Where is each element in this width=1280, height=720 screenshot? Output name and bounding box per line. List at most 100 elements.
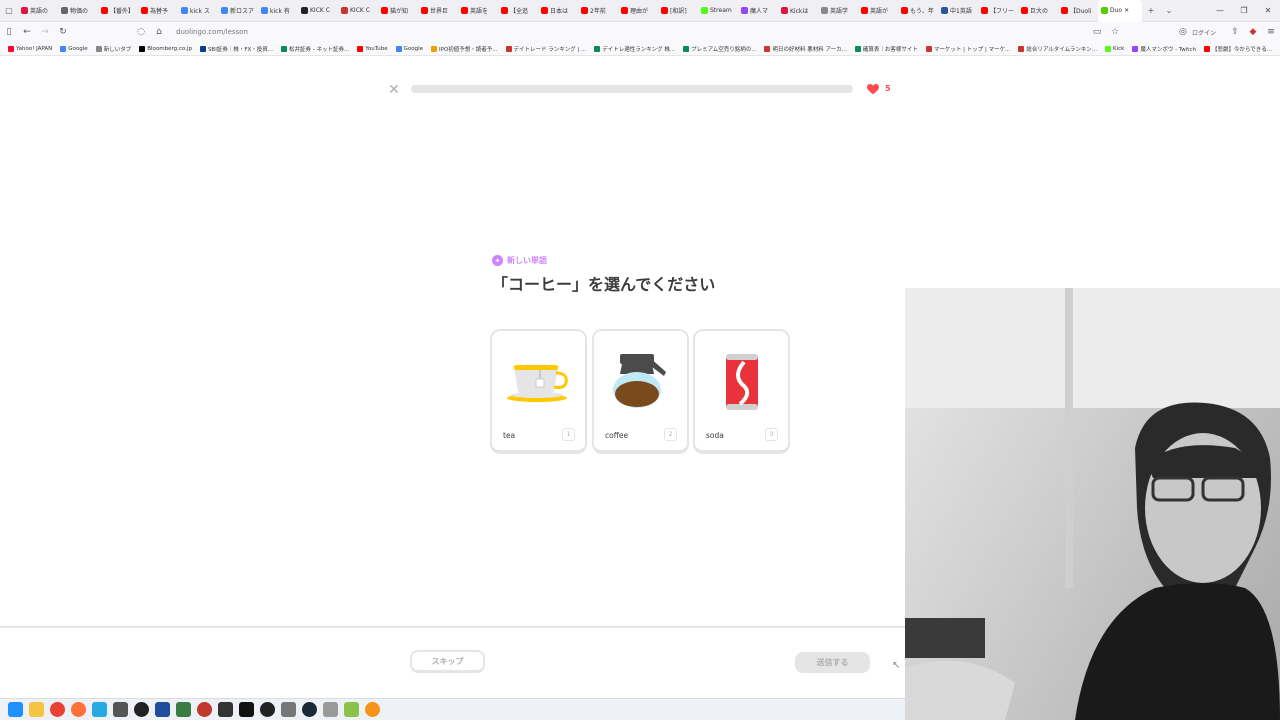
app-icon[interactable] — [365, 702, 380, 717]
browser-tab[interactable]: Stream — [698, 0, 738, 22]
browser-tab[interactable]: 物価の — [58, 0, 98, 22]
file-explorer-icon[interactable] — [29, 702, 44, 717]
back-icon[interactable]: ← — [18, 27, 36, 37]
bookmark-item[interactable]: 魔人マンボウ - Twitch — [1132, 45, 1196, 53]
browser-tab[interactable]: 2年前 — [578, 0, 618, 22]
bookmark-item[interactable]: SBI証券｜株・FX・投資... — [199, 45, 273, 53]
browser-tab[interactable]: 英語の — [18, 0, 58, 22]
choice-card-coffee[interactable]: coffee 2 — [592, 329, 689, 454]
app-icon[interactable] — [113, 702, 128, 717]
browser-tab[interactable]: kick 有 — [258, 0, 298, 22]
app-icon[interactable] — [260, 702, 275, 717]
browser-tab[interactable]: Kickは — [778, 0, 818, 22]
browser-tab[interactable]: Duo ✕ — [1098, 0, 1142, 22]
browser-tab[interactable]: 新ロスア — [218, 0, 258, 22]
bookmark-item[interactable]: デイトレード ランキング | ... — [505, 45, 586, 53]
app-icon[interactable] — [281, 702, 296, 717]
bookmark-item[interactable]: Kick — [1105, 45, 1124, 52]
app-icon[interactable] — [344, 702, 359, 717]
tab-favicon-icon — [981, 7, 988, 14]
browser-tab[interactable]: 魔人マ — [738, 0, 778, 22]
app-icon[interactable] — [323, 702, 338, 717]
browser-tab[interactable]: KICK C — [298, 0, 338, 22]
bookmark-favicon-icon — [854, 45, 861, 52]
browser-tab[interactable]: 【フリー — [978, 0, 1018, 22]
close-tab-icon[interactable]: ✕ — [1124, 7, 1129, 14]
browser-tab[interactable]: 理由が — [618, 0, 658, 22]
lock-icon[interactable]: ⌂ — [150, 27, 168, 37]
bookmark-item[interactable]: 新しいタブ — [95, 45, 131, 53]
tab-favicon-icon — [821, 7, 828, 14]
bookmark-item[interactable]: 確算表｜お客様サイト — [854, 45, 918, 53]
browser-tab[interactable]: [和訳] — [658, 0, 698, 22]
browser-tab[interactable]: 【番外】 — [98, 0, 138, 22]
bookmark-item[interactable]: プレミアム空売り銘柄の... — [683, 45, 756, 53]
browser-tab[interactable]: もう、年 — [898, 0, 938, 22]
browser-tab[interactable]: 英語が — [858, 0, 898, 22]
browser-tab[interactable]: 【Duoli — [1058, 0, 1098, 22]
tab-list-dropdown-icon[interactable]: ⌄ — [1160, 6, 1178, 15]
tab-list: 英語の 物価の 【番外】 為替予 kick ス 新ロスア kick 有 KICK C KICK … — [18, 0, 1142, 22]
tab-overview-icon[interactable]: ▢ — [0, 6, 18, 15]
shield-icon[interactable]: ◌ — [132, 27, 150, 37]
forward-icon[interactable]: → — [36, 27, 54, 37]
new-tab-button[interactable]: + — [1142, 6, 1160, 15]
bookmark-item[interactable]: 総合リアルタイムランキン... — [1018, 45, 1097, 53]
tab-label: 物価の — [70, 8, 89, 15]
app-icon[interactable] — [197, 702, 212, 717]
bookmark-item[interactable]: 松井証券 - ネット証券... — [281, 45, 349, 53]
bookmark-item[interactable]: IPO初値予想・読者予... — [431, 45, 498, 53]
browser-tab[interactable]: KICK C — [338, 0, 378, 22]
submit-button[interactable]: 送信する — [795, 652, 870, 673]
sidebar-toggle-icon[interactable]: ▯ — [0, 27, 18, 37]
bookmark-star-icon[interactable]: ☆ — [1106, 27, 1124, 37]
close-window-icon[interactable]: ✕ — [1256, 6, 1280, 15]
app-icon[interactable] — [155, 702, 170, 717]
reload-icon[interactable]: ↻ — [54, 27, 72, 37]
browser-tab[interactable]: 猫が知 — [378, 0, 418, 22]
close-lesson-icon[interactable]: ✕ — [388, 82, 400, 98]
address-bar[interactable]: duolingo.com/lesson — [176, 28, 248, 36]
bookmark-item[interactable]: 明日の好材料 悪材料 アーカ... — [764, 45, 847, 53]
bookmark-label: 明日の好材料 悪材料 アーカ... — [772, 46, 847, 53]
browser-tab[interactable]: 英語学 — [818, 0, 858, 22]
windows-start-icon[interactable] — [8, 702, 23, 717]
browser-tab[interactable]: kick ス — [178, 0, 218, 22]
tab-label: 2年前 — [590, 8, 606, 15]
extensions-icon[interactable]: ⇧ — [1226, 27, 1244, 37]
browser-tab[interactable]: 日本は — [538, 0, 578, 22]
bookmark-item[interactable]: Yahoo! JAPAN — [8, 45, 52, 52]
choice-card-soda[interactable]: soda 3 — [693, 329, 790, 454]
steam-icon[interactable] — [302, 702, 317, 717]
browser-tab[interactable]: 世界巨 — [418, 0, 458, 22]
sparkle-icon: ✦ — [492, 255, 503, 266]
bookmark-item[interactable]: YouTube — [357, 45, 388, 52]
browser-tab[interactable]: 巨大の — [1018, 0, 1058, 22]
firefox-icon[interactable] — [71, 702, 86, 717]
browser-tab[interactable]: 【全追 — [498, 0, 538, 22]
bookmark-item[interactable]: Google — [60, 45, 88, 52]
menu-icon[interactable]: ≡ — [1262, 27, 1280, 37]
restore-icon[interactable]: ❐ — [1232, 6, 1256, 15]
bookmark-item[interactable]: デイトレ適性ランキング 株... — [594, 45, 675, 53]
bookmark-item[interactable]: マーケット | トップ | マーケ... — [925, 45, 1010, 53]
chrome-icon[interactable] — [50, 702, 65, 717]
app-icon[interactable] — [92, 702, 107, 717]
terminal-icon[interactable] — [218, 702, 233, 717]
bookmark-item[interactable]: Google — [395, 45, 423, 52]
bookmark-item[interactable]: Bloomberg.co.jp — [139, 45, 192, 52]
login-label[interactable]: ログイン — [1192, 28, 1216, 37]
app-icon[interactable] — [176, 702, 191, 717]
minimize-icon[interactable]: — — [1208, 6, 1232, 15]
account-icon[interactable]: ◎ — [1174, 27, 1192, 37]
obs-icon[interactable] — [134, 702, 149, 717]
browser-tab[interactable]: 為替予 — [138, 0, 178, 22]
bookmark-item[interactable]: 【悲劇】今からできる... — [1203, 45, 1272, 53]
reader-view-icon[interactable]: ▭ — [1088, 27, 1106, 37]
browser-tab[interactable]: 中1英語 — [938, 0, 978, 22]
choice-card-tea[interactable]: tea 1 — [490, 329, 587, 454]
app-icon[interactable] — [239, 702, 254, 717]
addon-icon[interactable]: ◆ — [1244, 27, 1262, 37]
browser-tab[interactable]: 英語を — [458, 0, 498, 22]
skip-button[interactable]: スキップ — [410, 650, 485, 673]
